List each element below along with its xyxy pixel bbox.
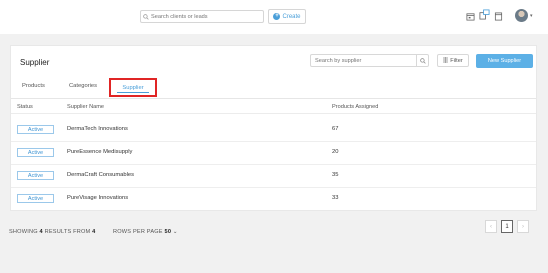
table-header: Status Supplier Name Products Assigned xyxy=(11,100,536,114)
supplier-search[interactable] xyxy=(310,54,429,67)
column-status: Status xyxy=(17,104,33,110)
supplier-name[interactable]: PureEssence Medisupply xyxy=(67,149,132,155)
filter-button[interactable]: Filter xyxy=(437,54,469,67)
supplier-search-input[interactable] xyxy=(311,57,416,64)
table-row[interactable]: Active DermaCraft Consumables 35 xyxy=(11,165,536,188)
supplier-name[interactable]: PureVisage Innovations xyxy=(67,195,128,201)
supplier-name[interactable]: DermaTech Innovations xyxy=(67,126,128,132)
rows-per-page-value[interactable]: 50 xyxy=(165,229,172,235)
supplier-card: Supplier Filter New Supplier Products Ca… xyxy=(10,45,537,211)
plus-icon: + xyxy=(273,13,281,20)
column-supplier-name: Supplier Name xyxy=(67,104,104,110)
chevron-down-icon[interactable]: ▾ xyxy=(530,13,533,19)
table-row[interactable]: Active PureEssence Medisupply 20 xyxy=(11,142,536,165)
status-badge: Active xyxy=(17,148,54,157)
create-button[interactable]: + Create xyxy=(268,9,306,24)
page-button-current[interactable]: 1 xyxy=(501,220,513,233)
status-badge: Active xyxy=(17,125,54,134)
tab-supplier[interactable]: Supplier xyxy=(109,78,157,97)
results-summary: SHOWING 4 RESULTS FROM 4 xyxy=(9,229,95,235)
products-assigned: 20 xyxy=(332,149,339,155)
search-icon[interactable] xyxy=(416,55,428,66)
next-page-button[interactable]: › xyxy=(517,220,529,233)
filter-label: Filter xyxy=(450,57,463,64)
switch-icon[interactable] xyxy=(479,9,490,20)
tab-bar: Products Categories Supplier xyxy=(11,76,536,99)
pagination: ‹ 1 › xyxy=(485,220,529,233)
supplier-name[interactable]: DermaCraft Consumables xyxy=(67,172,134,178)
new-supplier-button[interactable]: New Supplier xyxy=(476,54,533,68)
products-assigned: 67 xyxy=(332,126,339,132)
column-products-assigned: Products Assigned xyxy=(332,104,379,110)
top-bar: + Create ▾ xyxy=(0,0,548,34)
prev-page-button[interactable]: ‹ xyxy=(485,220,497,233)
tab-categories[interactable]: Categories xyxy=(69,83,97,89)
table-row[interactable]: Active DermaTech Innovations 67 xyxy=(11,119,536,142)
products-assigned: 35 xyxy=(332,172,339,178)
calendar-icon[interactable] xyxy=(466,12,476,22)
total-count: 4 xyxy=(92,229,96,235)
filter-icon xyxy=(443,56,448,65)
notes-icon[interactable] xyxy=(494,12,504,22)
table-row[interactable]: Active PureVisage Innovations 33 xyxy=(11,188,536,211)
tab-supplier-label: Supplier xyxy=(122,84,144,91)
global-search[interactable] xyxy=(140,10,264,23)
global-search-input[interactable] xyxy=(151,13,259,20)
status-badge: Active xyxy=(17,194,54,203)
showing-count: 4 xyxy=(39,229,43,235)
products-assigned: 33 xyxy=(332,195,339,201)
create-label: Create xyxy=(282,13,301,20)
search-icon xyxy=(141,11,151,22)
results-from-label: RESULTS FROM xyxy=(44,229,91,235)
status-badge: Active xyxy=(17,171,54,180)
page-title: Supplier xyxy=(20,58,50,67)
showing-label: SHOWING xyxy=(9,229,38,235)
rows-per-page[interactable]: ROWS PER PAGE 50 ⌄ xyxy=(113,229,178,235)
rows-per-page-label: ROWS PER PAGE xyxy=(113,229,163,235)
tab-products[interactable]: Products xyxy=(22,83,45,89)
avatar[interactable] xyxy=(515,9,528,22)
chevron-down-icon[interactable]: ⌄ xyxy=(173,229,178,235)
